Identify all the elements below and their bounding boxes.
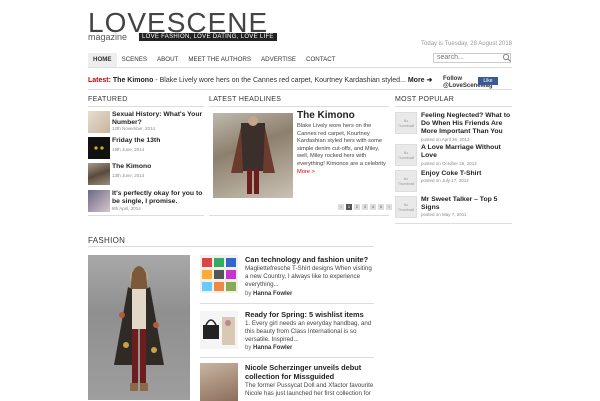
handbag-image	[203, 317, 235, 345]
latest-more-link[interactable]: More ➜	[408, 77, 433, 84]
featured-thumbnail[interactable]	[88, 137, 110, 159]
featured-date: 12th November, 2014	[112, 126, 156, 131]
search-input[interactable]	[433, 53, 511, 63]
featured-date: 13th June, 2014	[112, 173, 145, 178]
popular-date: posted on April 26, 2013	[421, 137, 470, 142]
featured-item[interactable]: It's perfectly okay for you to be single…	[88, 190, 204, 214]
popular-thumbnail[interactable]: No Thumbnail	[395, 144, 417, 166]
featured-date: 8th April, 2014	[112, 206, 141, 211]
fashion-item-thumbnail[interactable]	[200, 255, 238, 293]
fashion-item-title[interactable]: Ready for Spring: 5 wishlist items	[245, 310, 375, 319]
nav-item-home[interactable]: HOME	[88, 53, 117, 67]
pager-prev[interactable]: ‹	[338, 204, 344, 210]
nav-item-about[interactable]: ABOUT	[152, 53, 183, 67]
latest-ticker: Latest: The Kimono - Blake Lively wore h…	[88, 76, 432, 84]
latest-text: - Blake Lively wore hers on the Cannes r…	[155, 77, 406, 84]
popular-title[interactable]: Enjoy Coke T-Shirt	[421, 170, 512, 178]
popular-thumbnail[interactable]: No Thumbnail	[395, 196, 417, 218]
fashion-item-rule	[200, 303, 374, 304]
fashion-item-byline: by Hanna Fowler	[245, 291, 292, 297]
latest-title-link[interactable]: The Kimono	[113, 77, 153, 84]
pager-next[interactable]: ›	[386, 204, 392, 210]
author-link[interactable]: Hanna Fowler	[253, 291, 292, 297]
fashion-heading: FASHION	[88, 236, 126, 245]
byline-prefix: by	[245, 291, 252, 297]
most-popular-heading: MOST POPULAR	[395, 96, 455, 103]
fashion-item-rule	[200, 357, 374, 358]
cat-eyes-icon	[94, 146, 104, 150]
featured-bottom-rule	[88, 215, 204, 216]
main-nav: HOME SCENES ABOUT MEET THE AUTHORS ADVER…	[88, 53, 340, 67]
popular-date: posted on May 7, 2011	[421, 212, 467, 217]
featured-thumbnail[interactable]	[88, 111, 110, 133]
popular-date: posted on July 17, 2012	[421, 178, 469, 183]
logo-subtitle: magazine	[88, 32, 128, 42]
featured-title[interactable]: The Kimono	[112, 163, 204, 171]
popular-rule	[395, 106, 512, 107]
fashion-item-title[interactable]: Nicole Scherzinger unveils debut collect…	[245, 363, 375, 381]
headline-title[interactable]: The Kimono	[297, 110, 355, 121]
nav-item-meet-the-authors[interactable]: MEET THE AUTHORS	[183, 53, 256, 67]
latest-label: Latest:	[88, 77, 111, 84]
byline-prefix: by	[245, 345, 252, 351]
featured-rule	[88, 106, 204, 107]
pager-page-5[interactable]: 5	[378, 204, 384, 210]
latest-divider	[88, 89, 512, 90]
popular-thumbnail[interactable]: No Thumbnail	[395, 112, 417, 134]
featured-title[interactable]: Sexual History: What's Your Number?	[112, 111, 204, 127]
popular-item[interactable]: No Thumbnail Mr Sweet Talker – Top 5 Sig…	[395, 196, 512, 226]
pager-page-1[interactable]: 1	[346, 204, 352, 210]
author-link[interactable]: Hanna Fowler	[253, 345, 292, 351]
fashion-rule	[88, 246, 374, 247]
fashion-item-excerpt: 1. Every girl needs an everyday handbag,…	[245, 320, 372, 343]
kimono-figure-image	[231, 116, 275, 194]
popular-title[interactable]: Feeling Neglected? What to Do When His F…	[421, 112, 512, 136]
nav-item-scenes[interactable]: SCENES	[117, 53, 152, 67]
popular-title[interactable]: A Love Marriage Without Love	[421, 144, 512, 160]
headline-pager: ‹ 1 2 3 4 5 ›	[338, 204, 392, 210]
facebook-like-button[interactable]: Like	[478, 77, 498, 85]
search-icon[interactable]	[502, 53, 512, 63]
pager-page-2[interactable]: 2	[354, 204, 360, 210]
fashion-item-excerpt: Magliettefresche T-Shirt designs When vi…	[245, 265, 372, 288]
headline-excerpt: Blake Lively wore hers on the Cannes red…	[297, 123, 389, 176]
headlines-rule	[209, 106, 389, 107]
nav-item-advertise[interactable]: ADVERTISE	[256, 53, 301, 67]
nav-item-contact[interactable]: CONTACT	[301, 53, 340, 67]
featured-date: 19th June, 2014	[112, 147, 145, 152]
headline-text: Blake Lively wore hers on the Cannes red…	[297, 123, 386, 167]
fashion-item-thumbnail[interactable]	[200, 363, 238, 401]
featured-heading: FEATURED	[88, 96, 128, 103]
featured-thumbnail[interactable]	[88, 163, 110, 185]
fashion-lead-image[interactable]	[88, 255, 190, 400]
pager-page-3[interactable]: 3	[362, 204, 368, 210]
logo-tagline: LOVE FASHION, LOVE DATING, LOVE LIFE	[139, 33, 277, 41]
featured-item[interactable]: The Kimono 13th June, 2014	[88, 163, 204, 187]
headlines-bottom-rule	[209, 215, 389, 216]
fashion-item-title[interactable]: Can technology and fashion unite?	[245, 255, 375, 264]
featured-title[interactable]: Friday the 13th	[112, 137, 204, 145]
fashion-item-byline: by Hanna Fowler	[245, 345, 292, 351]
popular-thumbnail[interactable]: No Thumbnail	[395, 170, 417, 192]
featured-item[interactable]: Friday the 13th 19th June, 2014	[88, 137, 204, 161]
pager-page-4[interactable]: 4	[370, 204, 376, 210]
featured-title[interactable]: It's perfectly okay for you to be single…	[112, 190, 204, 206]
popular-item[interactable]: No Thumbnail Feeling Neglected? What to …	[395, 112, 512, 142]
popular-date: posted on October 26, 2012	[421, 161, 477, 166]
fashion-item-thumbnail[interactable]	[200, 311, 238, 349]
twitter-follow-link[interactable]: Follow @LoveSceneMag	[443, 76, 493, 90]
latest-headlines-heading: LATEST HEADLINES	[209, 96, 282, 103]
fashion-item-excerpt: The former Pussycat Doll and Xfactor fav…	[245, 382, 374, 397]
current-date: Today is Tuesday, 28 August 2018	[421, 41, 512, 47]
featured-item[interactable]: Sexual History: What's Your Number? 12th…	[88, 111, 204, 135]
popular-bottom-rule	[395, 223, 512, 224]
headline-image[interactable]	[213, 113, 293, 198]
kimono-model-image	[114, 266, 164, 391]
nav-divider	[88, 67, 512, 68]
featured-thumbnail[interactable]	[88, 190, 110, 212]
tshirts-image	[202, 258, 236, 291]
popular-title[interactable]: Mr Sweet Talker – Top 5 Signs	[421, 196, 512, 212]
headline-more-link[interactable]: More >	[297, 169, 315, 175]
